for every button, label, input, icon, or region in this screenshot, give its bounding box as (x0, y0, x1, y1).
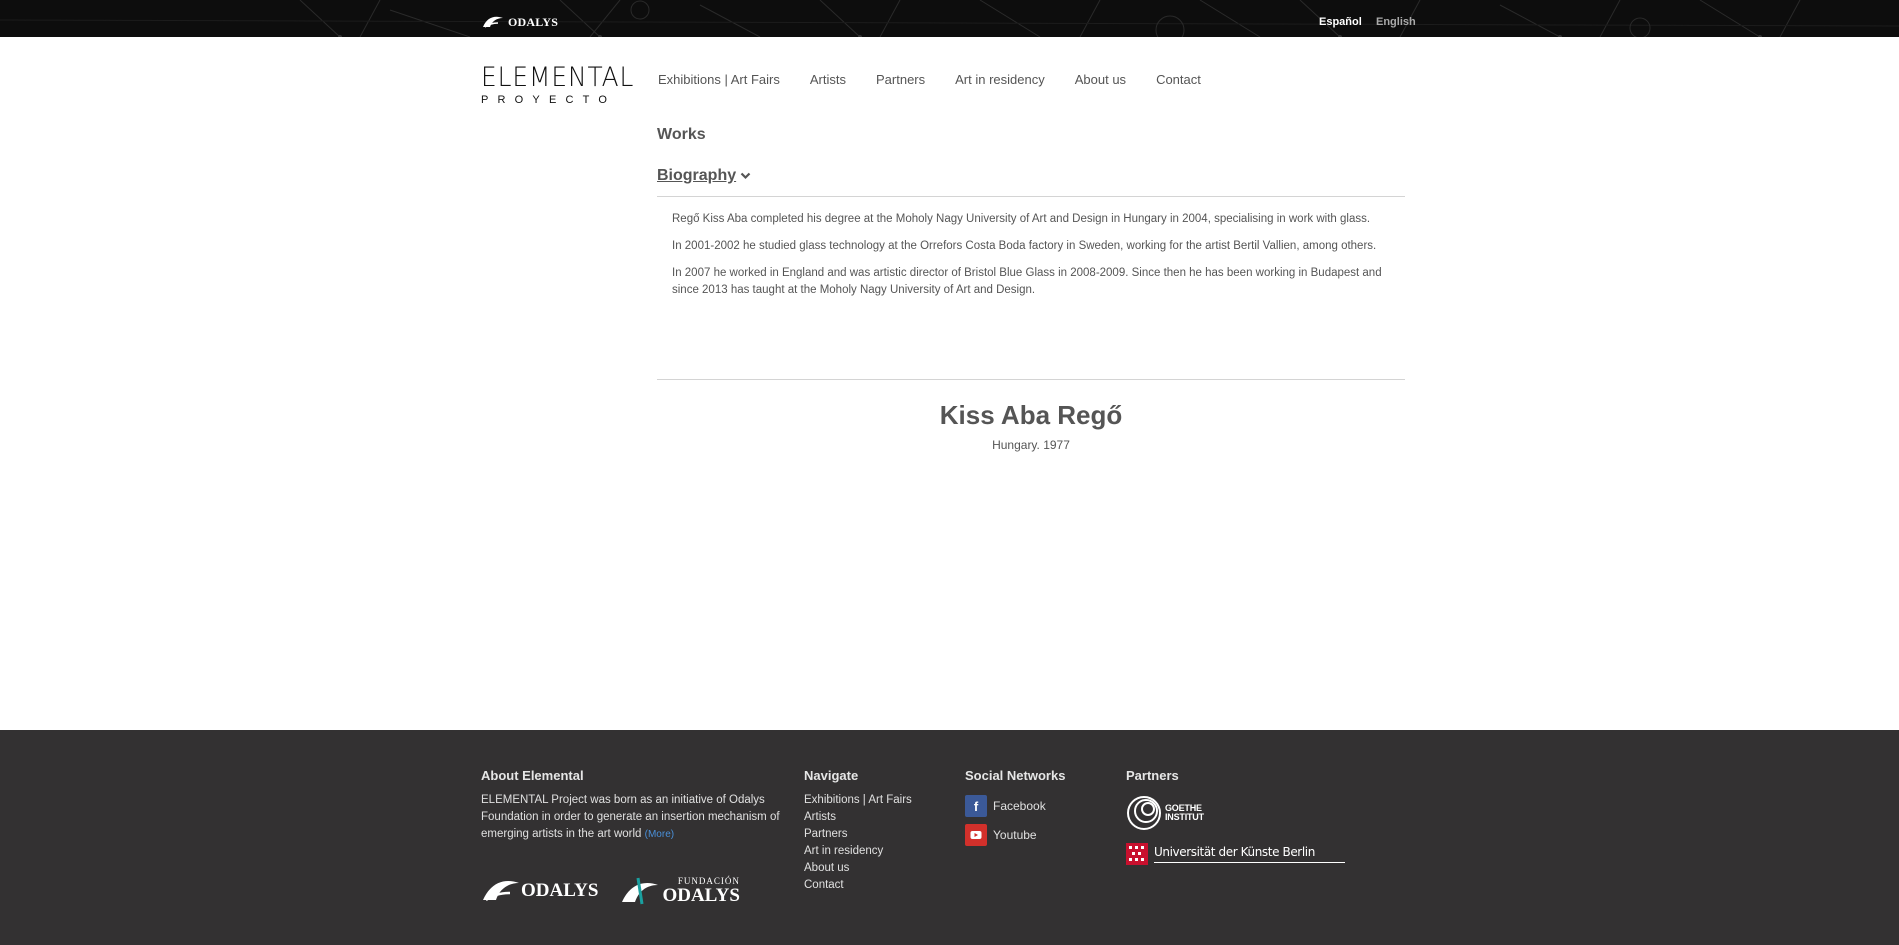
fundacion-big-text: ODALYS (662, 885, 740, 906)
footer-nav-art-in-residency[interactable]: Art in residency (804, 843, 912, 860)
footer-logos: ODALYS FUNDACIÓN ODALYS (481, 876, 740, 906)
footer-about-title: About Elemental (481, 768, 584, 783)
odalys-footer-logo[interactable]: ODALYS (481, 878, 598, 904)
fundacion-text: FUNDACIÓN ODALYS (662, 877, 740, 906)
udk-grid-icon (1126, 843, 1148, 865)
nav-art-in-residency[interactable]: Art in residency (955, 72, 1045, 87)
biography-divider-top (657, 196, 1405, 197)
nav-partners[interactable]: Partners (876, 72, 925, 87)
footer-partners-title: Partners (1126, 768, 1179, 783)
biography-paragraph: In 2007 he worked in England and was art… (672, 267, 1382, 296)
udk-berlin-logo[interactable]: Universität der Künste Berlin (1126, 843, 1345, 865)
footer-social-title: Social Networks (965, 768, 1066, 783)
nav-exhibitions[interactable]: Exhibitions | Art Fairs (658, 72, 780, 87)
odalys-bird-icon (483, 16, 503, 28)
footer-nav-artists[interactable]: Artists (804, 809, 912, 826)
facebook-icon: f (965, 795, 987, 817)
brand-line1: ELEMENTAL (481, 62, 635, 93)
works-link[interactable]: Works (657, 126, 706, 144)
footer-nav-exhibitions[interactable]: Exhibitions | Art Fairs (804, 792, 912, 809)
goethe-line2: INSTITUT (1165, 812, 1204, 822)
brand-line2: PROYECTO (481, 94, 617, 106)
footer-social: Social Networks f Facebook Youtube (965, 768, 1065, 853)
nav-artists[interactable]: Artists (810, 72, 846, 87)
nav-contact[interactable]: Contact (1156, 72, 1201, 87)
goethe-circles-icon (1127, 796, 1161, 830)
odalys-top-logo[interactable]: ODALYS (481, 14, 558, 30)
footer-navigate-title: Navigate (804, 768, 859, 783)
odalys-bird-icon (483, 881, 519, 902)
language-espanol-link[interactable]: Español (1319, 16, 1362, 28)
main-nav: Exhibitions | Art Fairs Artists Partners… (658, 72, 1201, 87)
odalys-footer-text: ODALYS (521, 880, 599, 901)
footer-nav-about-us[interactable]: About us (804, 860, 912, 877)
footer-about: About Elemental ELEMENTAL Project was bo… (481, 768, 781, 843)
odalys-top-logo-text: ODALYS (508, 14, 559, 29)
nav-about-us[interactable]: About us (1075, 72, 1126, 87)
footer-nav-list: Exhibitions | Art Fairs Artists Partners… (804, 792, 912, 894)
biography-paragraph: In 2001-2002 he studied glass technology… (672, 240, 1377, 252)
goethe-institut-logo[interactable]: GOETHE INSTITUT (1126, 795, 1345, 831)
footer-more-link[interactable]: (More) (645, 829, 674, 840)
fundacion-odalys-logo[interactable]: FUNDACIÓN ODALYS (620, 876, 740, 906)
footer-navigate: Navigate Exhibitions | Art Fairs Artists… (804, 768, 912, 894)
footer-about-text: ELEMENTAL Project was born as an initiat… (481, 794, 780, 840)
language-english-link[interactable]: English (1376, 16, 1416, 28)
artist-name: Kiss Aba Regő (939, 400, 1123, 430)
artist-origin: Hungary. 1977 (992, 438, 1070, 452)
top-bar: ODALYS Español English (0, 0, 1899, 37)
chevron-down-icon (740, 172, 751, 180)
biography-text: Regő Kiss Aba completed his degree at th… (672, 211, 1392, 309)
topbar-pattern (0, 0, 1899, 37)
footer-nav-contact[interactable]: Contact (804, 877, 912, 894)
footer-partners: Partners GOETHE INSTITUT Universität der… (1126, 768, 1345, 865)
fundacion-bird-icon (622, 877, 659, 905)
biography-toggle[interactable]: Biography (657, 167, 751, 185)
biography-divider-bottom (657, 379, 1405, 380)
biography-label: Biography (657, 167, 737, 184)
footer: About Elemental ELEMENTAL Project was bo… (0, 730, 1899, 945)
biography-paragraph: Regő Kiss Aba completed his degree at th… (672, 213, 1371, 225)
youtube-icon (965, 824, 987, 846)
goethe-text: GOETHE INSTITUT (1165, 804, 1204, 822)
udk-text: Universität der Künste Berlin (1154, 845, 1345, 863)
footer-nav-partners[interactable]: Partners (804, 826, 912, 843)
facebook-link[interactable]: f Facebook (965, 795, 1065, 817)
facebook-label: Facebook (993, 799, 1046, 813)
youtube-label: Youtube (993, 828, 1037, 842)
youtube-link[interactable]: Youtube (965, 824, 1065, 846)
elemental-logo[interactable]: ELEMENTAL PROYECTO (481, 62, 635, 107)
footer-about-text-block: ELEMENTAL Project was born as an initiat… (481, 792, 781, 843)
